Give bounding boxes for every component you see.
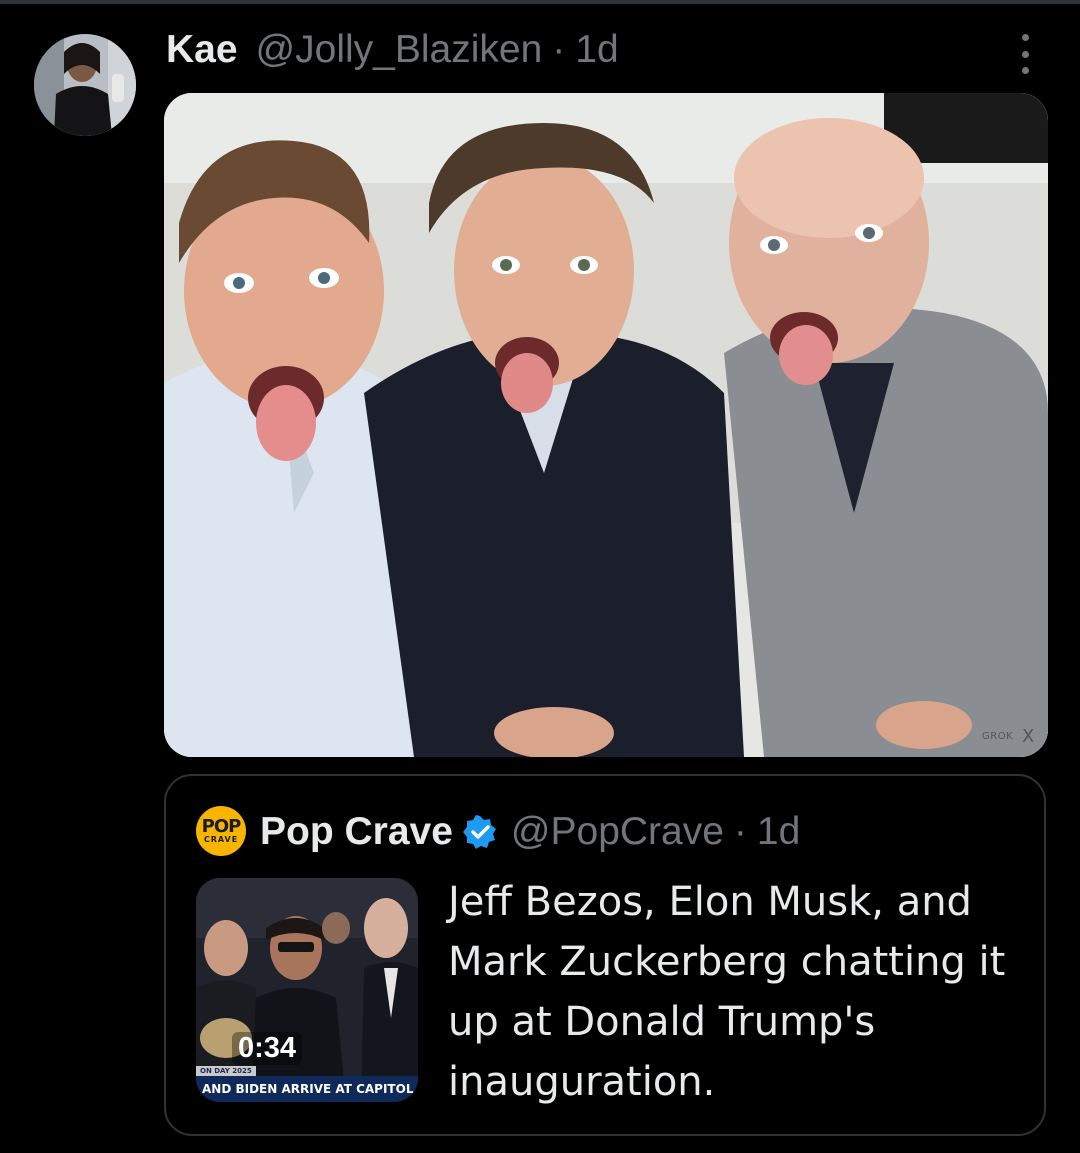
image-watermark: GROK (982, 731, 1014, 742)
display-name[interactable]: Kae (166, 28, 238, 72)
quote-avatar-logo-top: POP (201, 815, 242, 837)
video-ticker-tag: ON DAY 2025 (196, 1066, 256, 1076)
quote-separator-dot: · (733, 810, 747, 853)
more-vertical-icon-dot (1021, 50, 1029, 58)
quote-avatar[interactable]: POP CRAVE (196, 806, 246, 856)
more-options-button[interactable] (1010, 34, 1040, 74)
quote-header: Pop Crave @PopCrave · 1d (260, 806, 800, 858)
more-vertical-icon-dot (1021, 67, 1029, 74)
quote-text: Jeff Bezos, Elon Musk, and Mark Zuckerbe… (448, 879, 1006, 1105)
avatar[interactable] (34, 34, 136, 136)
grok-logo-icon: X (1022, 726, 1035, 747)
quote-avatar-logo-bottom: CRAVE (203, 834, 239, 844)
more-vertical-icon (1021, 34, 1029, 41)
video-thumbnail[interactable]: 0:34 ON DAY 2025 AND BIDEN ARRIVE AT CAP… (196, 878, 418, 1102)
video-news-ticker: AND BIDEN ARRIVE AT CAPITOL FOR I (196, 1076, 418, 1102)
quote-display-name[interactable]: Pop Crave (260, 810, 453, 854)
divider (0, 0, 1080, 4)
tweet-image[interactable] (164, 93, 1048, 757)
video-duration: 0:34 (232, 1032, 303, 1065)
tweet[interactable]: Kae @Jolly_Blaziken · 1d GROK X POP CRAV… (0, 0, 1080, 1153)
tweet-header: Kae @Jolly_Blaziken · 1d (166, 26, 619, 74)
quote-handle[interactable]: @PopCrave (511, 810, 724, 854)
quote-timestamp[interactable]: 1d (757, 810, 800, 854)
verified-badge-icon (462, 815, 497, 849)
user-handle[interactable]: @Jolly_Blaziken (256, 28, 543, 72)
timestamp[interactable]: 1d (575, 28, 618, 72)
separator-dot: · (552, 28, 566, 71)
quoted-tweet[interactable]: POP CRAVE Pop Crave @PopCrave · 1d 0:34 … (164, 774, 1046, 1136)
